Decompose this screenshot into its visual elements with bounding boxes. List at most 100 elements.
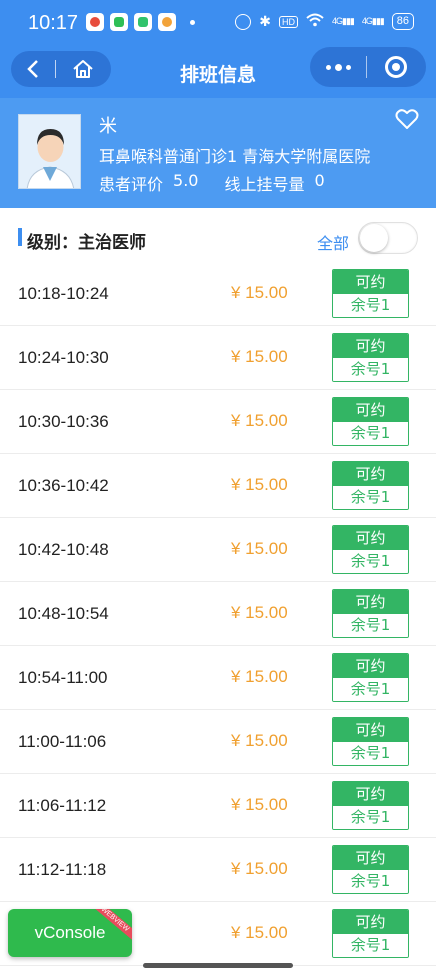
network-type-label: 4G xyxy=(332,16,343,26)
book-slot-button[interactable]: 可约 余号1 xyxy=(332,333,409,382)
status-time: 10:17 xyxy=(28,12,79,34)
slot-status: 可约 xyxy=(333,910,408,934)
book-slot-button[interactable]: 可约 余号1 xyxy=(332,845,409,894)
book-slot-button[interactable]: 可约 余号1 xyxy=(332,909,409,958)
dot-icon xyxy=(334,63,342,71)
level-accent-bar xyxy=(18,228,22,246)
network-type-label: 4G xyxy=(361,16,373,26)
notification-icons xyxy=(86,13,195,31)
slot-time: 10:24-10:30 xyxy=(18,348,109,367)
schedule-slot-row[interactable]: 10:54-11:00 ¥ 15.00 可约 余号1 xyxy=(0,646,436,710)
slot-price: ¥ 15.00 xyxy=(231,283,288,302)
slot-remaining: 余号1 xyxy=(333,742,408,765)
slot-time: 10:30-10:36 xyxy=(18,412,109,431)
system-status-icons: ✱ HD 4G▮▮▮ 4G▮▮▮ 86 xyxy=(235,13,414,30)
slot-remaining: 余号1 xyxy=(333,358,408,381)
slot-remaining: 余号1 xyxy=(333,550,408,573)
book-slot-button[interactable]: 可约 余号1 xyxy=(332,717,409,766)
toggle-knob xyxy=(360,224,388,252)
rating-label: 患者评价 xyxy=(99,175,164,194)
schedule-slot-row[interactable]: 10:24-10:30 ¥ 15.00 可约 余号1 xyxy=(0,326,436,390)
book-slot-button[interactable]: 可约 余号1 xyxy=(332,781,409,830)
doctor-level: 级别：主治医师 xyxy=(27,233,146,253)
schedule-slot-row[interactable]: 10:30-10:36 ¥ 15.00 可约 余号1 xyxy=(0,390,436,454)
rating-value: 5.0 xyxy=(173,171,199,190)
slot-time: 11:00-11:06 xyxy=(18,732,107,751)
slot-remaining: 余号1 xyxy=(333,294,408,317)
book-slot-button[interactable]: 可约 余号1 xyxy=(332,525,409,574)
mini-program-capsule xyxy=(310,47,426,87)
slot-time: 10:48-10:54 xyxy=(18,604,109,623)
doctor-name: 米 xyxy=(99,116,117,137)
doctor-avatar xyxy=(18,114,81,189)
doctor-department: 耳鼻喉科普通门诊1 青海大学附属医院 xyxy=(99,147,371,166)
dot-icon xyxy=(325,64,331,70)
slot-price: ¥ 15.00 xyxy=(231,859,288,878)
schedule-slot-row[interactable]: 10:18-10:24 ¥ 15.00 可约 余号1 xyxy=(0,262,436,326)
app-notification-icon xyxy=(86,13,104,31)
dot-icon xyxy=(345,64,351,70)
slot-status: 可约 xyxy=(333,334,408,358)
hd-voice-icon: HD xyxy=(279,15,298,28)
wifi-icon xyxy=(306,13,324,30)
level-header: 级别：主治医师 全部 xyxy=(0,208,436,262)
book-slot-button[interactable]: 可约 余号1 xyxy=(332,397,409,446)
close-mini-program-button[interactable] xyxy=(367,56,425,78)
slot-remaining: 余号1 xyxy=(333,678,408,701)
book-slot-button[interactable]: 可约 余号1 xyxy=(332,589,409,638)
slot-time: 11:12-11:18 xyxy=(18,860,107,879)
more-menu-button[interactable] xyxy=(310,63,366,71)
slot-remaining: 余号1 xyxy=(333,422,408,445)
slot-status: 可约 xyxy=(333,462,408,486)
app-notification-icon xyxy=(134,13,152,31)
booking-count-value: 0 xyxy=(314,171,325,190)
signal-icon: 4G▮▮▮ xyxy=(332,16,355,26)
schedule-slot-row[interactable]: 11:12-11:18 ¥ 15.00 可约 余号1 xyxy=(0,838,436,902)
slot-status: 可约 xyxy=(333,654,408,678)
slot-status: 可约 xyxy=(333,398,408,422)
slot-price: ¥ 15.00 xyxy=(231,475,288,494)
schedule-slot-row[interactable]: 10:42-10:48 ¥ 15.00 可约 余号1 xyxy=(0,518,436,582)
doctor-info-card: 米 耳鼻喉科普通门诊1 青海大学附属医院 患者评价 5.0 线上挂号量 0 xyxy=(0,98,436,208)
slot-price: ¥ 15.00 xyxy=(231,731,288,750)
slot-time: 10:42-10:48 xyxy=(18,540,109,559)
show-all-toggle[interactable] xyxy=(358,222,418,254)
slot-status: 可约 xyxy=(333,718,408,742)
slot-time: 11:06-11:12 xyxy=(18,796,107,815)
slot-time: 10:18-10:24 xyxy=(18,284,109,303)
navigation-bar: 排班信息 xyxy=(0,46,436,98)
heart-icon xyxy=(395,109,419,129)
slot-remaining: 余号1 xyxy=(333,806,408,829)
slot-price: ¥ 15.00 xyxy=(231,667,288,686)
wechat-notification-icon xyxy=(110,13,128,31)
schedule-slot-row[interactable]: 11:06-11:12 ¥ 15.00 可约 余号1 xyxy=(0,774,436,838)
vconsole-button[interactable]: vConsole WEBVIEW xyxy=(8,909,132,957)
book-slot-button[interactable]: 可约 余号1 xyxy=(332,653,409,702)
slot-remaining: 余号1 xyxy=(333,870,408,893)
slot-status: 可约 xyxy=(333,846,408,870)
slot-price: ¥ 15.00 xyxy=(231,347,288,366)
slot-status: 可约 xyxy=(333,526,408,550)
slot-remaining: 余号1 xyxy=(333,486,408,509)
slot-price: ¥ 15.00 xyxy=(231,411,288,430)
show-all-label: 全部 xyxy=(317,234,350,253)
book-slot-button[interactable]: 可约 余号1 xyxy=(332,269,409,318)
more-notifications-dot-icon xyxy=(190,19,195,25)
battery-icon: 86 xyxy=(391,13,414,30)
slot-price: ¥ 15.00 xyxy=(231,795,288,814)
bluetooth-icon: ✱ xyxy=(259,13,271,29)
book-slot-button[interactable]: 可约 余号1 xyxy=(332,461,409,510)
slot-status: 可约 xyxy=(333,270,408,294)
schedule-slot-row[interactable]: 10:36-10:42 ¥ 15.00 可约 余号1 xyxy=(0,454,436,518)
slot-remaining: 余号1 xyxy=(333,934,408,957)
slot-time: 10:36-10:42 xyxy=(18,476,109,495)
signal-icon: 4G▮▮▮ xyxy=(361,16,385,26)
weibo-notification-icon xyxy=(158,13,176,31)
schedule-slot-row[interactable]: 10:48-10:54 ¥ 15.00 可约 余号1 xyxy=(0,582,436,646)
target-icon xyxy=(385,56,407,78)
slot-price: ¥ 15.00 xyxy=(231,539,288,558)
favorite-button[interactable] xyxy=(395,108,419,134)
schedule-slot-row[interactable]: 11:00-11:06 ¥ 15.00 可约 余号1 xyxy=(0,710,436,774)
slot-price: ¥ 15.00 xyxy=(231,923,288,942)
doctor-stats: 患者评价 5.0 线上挂号量 0 xyxy=(99,171,325,195)
